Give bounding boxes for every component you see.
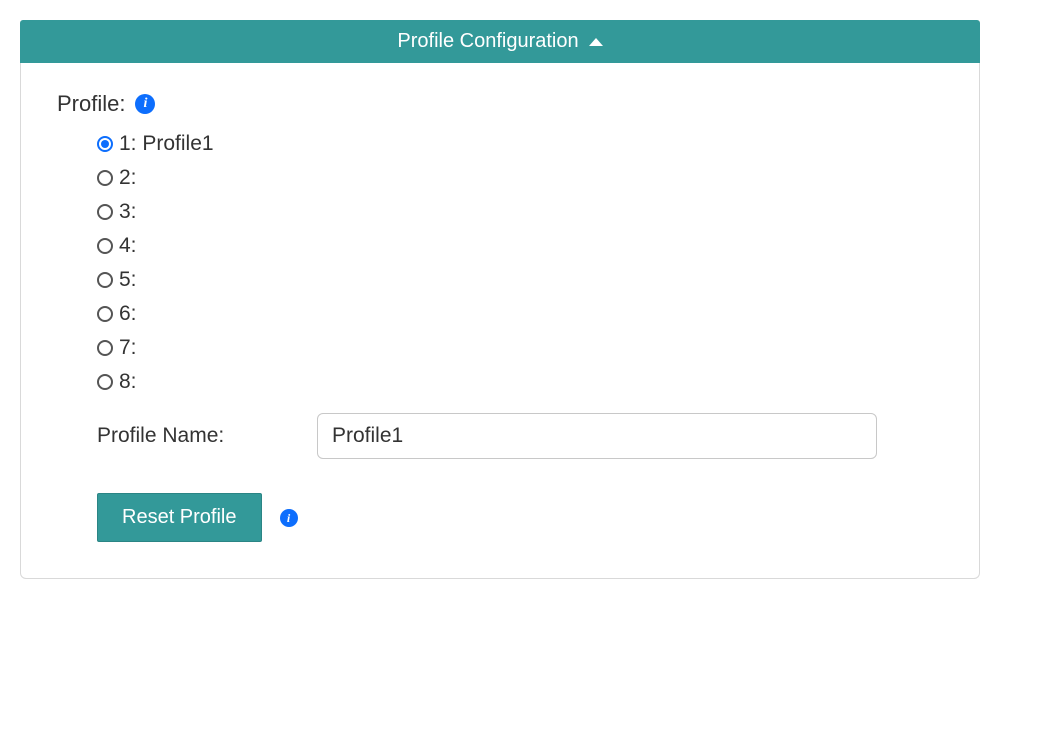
profile-section-header: Profile: i (57, 91, 943, 117)
radio-button[interactable] (97, 306, 113, 322)
profile-radio-label: 6: (119, 302, 137, 326)
profile-radio-row[interactable]: 8: (97, 365, 943, 399)
panel-title: Profile Configuration (397, 30, 578, 53)
radio-button[interactable] (97, 204, 113, 220)
reset-profile-button[interactable]: Reset Profile (97, 493, 262, 542)
profile-name-label: Profile Name: (97, 424, 317, 448)
profile-radio-label: 1: Profile1 (119, 132, 214, 156)
info-icon[interactable]: i (135, 94, 155, 114)
radio-button[interactable] (97, 136, 113, 152)
profile-radio-row[interactable]: 7: (97, 331, 943, 365)
radio-button[interactable] (97, 272, 113, 288)
profile-config-panel: Profile Configuration Profile: i 1: Prof… (20, 20, 980, 579)
radio-button[interactable] (97, 374, 113, 390)
profile-radio-label: 7: (119, 336, 137, 360)
profile-radio-list: 1: Profile1 2: 3: 4: 5: 6: 7: 8: (97, 127, 943, 399)
profile-radio-label: 8: (119, 370, 137, 394)
profile-radio-row[interactable]: 6: (97, 297, 943, 331)
profile-name-row: Profile Name: (97, 413, 943, 459)
profile-radio-row[interactable]: 1: Profile1 (97, 127, 943, 161)
info-icon[interactable]: i (280, 509, 298, 527)
profile-radio-row[interactable]: 3: (97, 195, 943, 229)
profile-radio-label: 2: (119, 166, 137, 190)
profile-radio-label: 4: (119, 234, 137, 258)
caret-up-icon (589, 38, 603, 46)
profile-radio-row[interactable]: 5: (97, 263, 943, 297)
radio-button[interactable] (97, 238, 113, 254)
radio-button[interactable] (97, 170, 113, 186)
panel-header[interactable]: Profile Configuration (20, 20, 980, 63)
panel-body: Profile: i 1: Profile1 2: 3: 4: 5: 6: 7: 8: Pro… (20, 63, 980, 579)
profile-radio-label: 3: (119, 200, 137, 224)
profile-button-row: Reset Profile i (97, 493, 943, 542)
profile-name-input[interactable] (317, 413, 877, 459)
profile-section-label: Profile: (57, 91, 125, 117)
profile-radio-row[interactable]: 2: (97, 161, 943, 195)
profile-radio-row[interactable]: 4: (97, 229, 943, 263)
radio-button[interactable] (97, 340, 113, 356)
profile-radio-label: 5: (119, 268, 137, 292)
